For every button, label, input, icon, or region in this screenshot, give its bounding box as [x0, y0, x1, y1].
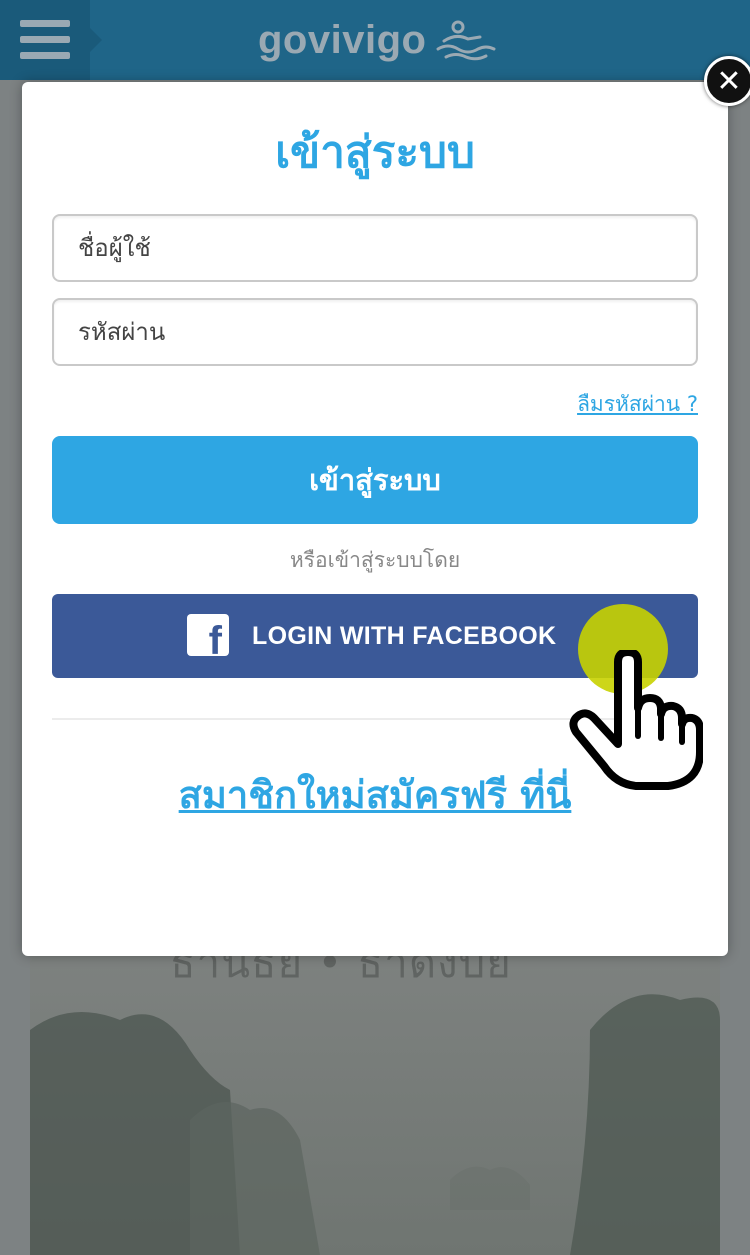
- or-login-with-text: หรือเข้าสู่ระบบโดย: [289, 548, 461, 572]
- pointing-hand-icon: [569, 650, 703, 790]
- close-icon[interactable]: ✕: [704, 56, 750, 106]
- background-landscape-photo: ธานธย • ธาดงบย: [30, 940, 720, 1255]
- top-bar: govivigo: [0, 0, 750, 80]
- swimmer-logo-icon: [436, 20, 496, 61]
- menu-button[interactable]: [0, 0, 102, 80]
- password-input[interactable]: [52, 298, 698, 366]
- login-button[interactable]: เข้าสู่ระบบ: [52, 436, 698, 524]
- modal-title: เข้าสู่ระบบ: [275, 127, 475, 178]
- facebook-login-label: LOGIN WITH FACEBOOK: [252, 621, 557, 650]
- login-modal: เข้าสู่ระบบ ลืมรหัสผ่าน ? เข้าสู่ระบบ หร…: [22, 82, 728, 956]
- facebook-icon: f: [187, 614, 229, 656]
- logo-text: govivigo: [258, 17, 427, 62]
- limestone-karst-image: [30, 994, 720, 1255]
- hamburger-menu-icon: [20, 20, 70, 27]
- forgot-password-link[interactable]: ลืมรหัสผ่าน ?: [577, 388, 698, 421]
- username-input[interactable]: [52, 214, 698, 282]
- govivigo-logo[interactable]: govivigo: [258, 12, 496, 68]
